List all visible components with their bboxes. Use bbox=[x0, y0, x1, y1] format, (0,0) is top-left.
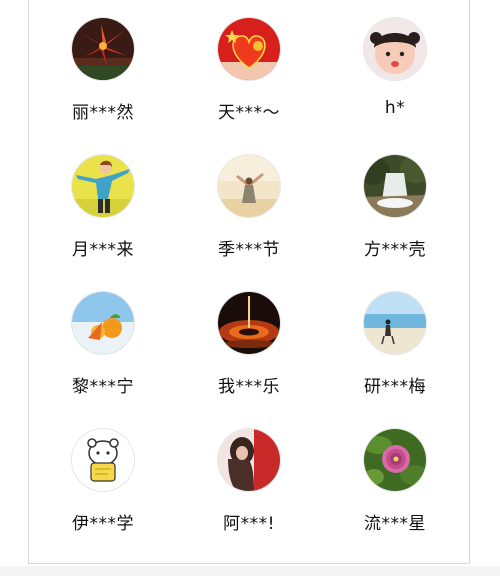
user-item[interactable]: 丽***然 bbox=[43, 0, 163, 123]
user-grid: 丽***然 天***～ h* 月***来 季***节 方***壳 黎***宁 我… bbox=[28, 0, 470, 566]
user-item[interactable]: h* bbox=[335, 0, 455, 120]
user-item[interactable]: 阿***! bbox=[189, 411, 309, 534]
red-flower-avatar-icon bbox=[72, 18, 134, 80]
woman-red-avatar-icon bbox=[218, 429, 280, 491]
user-item[interactable]: 黎***宁 bbox=[43, 274, 163, 397]
user-name: 研***梅 bbox=[364, 377, 426, 397]
user-item[interactable]: 季***节 bbox=[189, 137, 309, 260]
pink-flower-avatar-icon bbox=[364, 429, 426, 491]
user-item[interactable]: 月***来 bbox=[43, 137, 163, 260]
woman-desert-avatar-icon bbox=[218, 155, 280, 217]
user-name: 季***节 bbox=[218, 240, 280, 260]
user-item[interactable]: 伊***学 bbox=[43, 411, 163, 534]
cartoon-woman-avatar-icon bbox=[72, 155, 134, 217]
cartoon-bear-avatar-icon bbox=[72, 429, 134, 491]
user-item[interactable]: 研***梅 bbox=[335, 274, 455, 397]
user-name: 方***壳 bbox=[364, 240, 426, 260]
water-drop-avatar-icon bbox=[218, 292, 280, 354]
user-item[interactable]: 天***～ bbox=[189, 0, 309, 123]
user-name: 伊***学 bbox=[72, 514, 134, 534]
waterfall-avatar-icon bbox=[364, 155, 426, 217]
user-name: 阿***! bbox=[223, 514, 275, 534]
user-item[interactable]: 我***乐 bbox=[189, 274, 309, 397]
child-avatar-icon bbox=[364, 18, 426, 80]
user-name: h* bbox=[384, 98, 406, 118]
user-name: 天***～ bbox=[218, 103, 280, 123]
bottom-background bbox=[0, 566, 500, 576]
user-item[interactable]: 流***星 bbox=[335, 411, 455, 534]
red-heart-flag-avatar-icon bbox=[218, 18, 280, 80]
user-name: 我***乐 bbox=[218, 377, 280, 397]
user-item[interactable]: 方***壳 bbox=[335, 137, 455, 260]
user-name: 流***星 bbox=[364, 514, 426, 534]
user-name: 丽***然 bbox=[72, 103, 134, 123]
user-name: 月***来 bbox=[72, 240, 134, 260]
user-name: 黎***宁 bbox=[72, 377, 134, 397]
beach-person-avatar-icon bbox=[364, 292, 426, 354]
fruit-sky-avatar-icon bbox=[72, 292, 134, 354]
